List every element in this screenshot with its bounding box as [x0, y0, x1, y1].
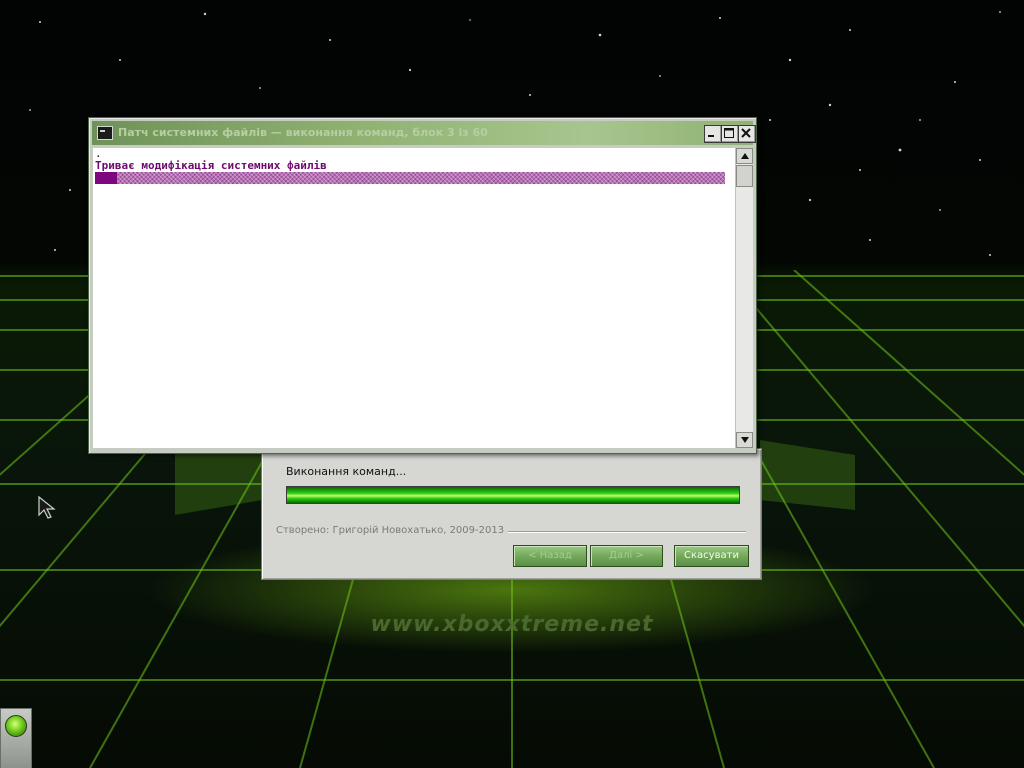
close-button[interactable]: [738, 125, 756, 143]
cancel-button[interactable]: Скасувати: [674, 545, 749, 567]
power-orb-icon: [5, 715, 27, 737]
installer-step-text: Виконання команд...: [286, 465, 407, 478]
close-icon: [741, 128, 751, 138]
console-window: Патч системних файлів — виконання команд…: [88, 117, 757, 454]
next-button[interactable]: Далі >: [590, 545, 663, 567]
console-progress-bar: [95, 172, 725, 184]
console-vertical-scrollbar[interactable]: [735, 148, 753, 448]
installer-progress-fill: [287, 487, 739, 503]
minimize-icon: [708, 135, 714, 137]
maximize-button[interactable]: [721, 125, 739, 143]
mouse-pointer-icon: [38, 496, 56, 519]
console-line: .: [95, 147, 102, 160]
maximize-icon: [724, 128, 734, 138]
scroll-thumb[interactable]: [736, 165, 753, 187]
start-orb-button[interactable]: [0, 708, 32, 768]
console-title: Патч системних файлів — виконання команд…: [118, 126, 488, 139]
installer-progress-bar: [286, 486, 740, 504]
back-button[interactable]: < Назад: [513, 545, 587, 567]
console-status-line: Триває модифікація системних файлів: [95, 159, 327, 172]
console-icon[interactable]: [97, 126, 113, 140]
scroll-down-button[interactable]: [736, 432, 753, 448]
console-progress-fill: [95, 172, 118, 184]
minimize-button[interactable]: [704, 125, 722, 143]
console-titlebar[interactable]: Патч системних файлів — виконання команд…: [92, 121, 756, 145]
console-output[interactable]: . Триває модифікація системних файлів: [93, 148, 735, 448]
arrow-up-icon: [741, 153, 749, 159]
installer-credit: Створено: Григорій Новохатько, 2009-2013: [276, 525, 509, 536]
arrow-down-icon: [741, 437, 749, 443]
scroll-up-button[interactable]: [736, 148, 753, 164]
watermark-text: www.xboxxtreme.net: [370, 612, 654, 637]
installer-dialog: Виконання команд... Створено: Григорій Н…: [261, 448, 762, 580]
